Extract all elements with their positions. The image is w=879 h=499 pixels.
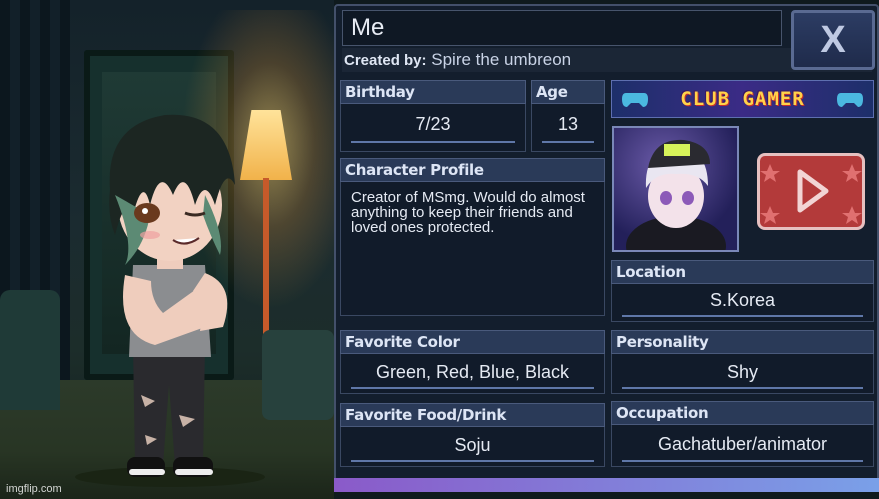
favorite-color-value: Green, Red, Blue, Black: [375, 362, 570, 382]
favorite-food-input[interactable]: Soju: [340, 427, 605, 467]
character-profile-textarea[interactable]: Creator of MSmg. Would do almost anythin…: [340, 182, 605, 316]
background-scene: imgflip.com: [0, 0, 334, 499]
created-by-value: Spire the umbreon: [431, 50, 572, 69]
birthday-value: 7/23: [415, 114, 451, 134]
birthday-label: Birthday: [340, 80, 526, 104]
location-input[interactable]: S.Korea: [611, 284, 874, 322]
personality-label: Personality: [611, 330, 874, 354]
club-gamer-banner: CLUB GAMER: [611, 80, 874, 118]
panel-footer-bar: [334, 478, 879, 492]
location-field: Location S.Korea: [611, 260, 874, 322]
watermark: imgflip.com: [6, 483, 62, 495]
age-label: Age: [531, 80, 605, 104]
avatar-portrait: [626, 139, 726, 250]
occupation-label: Occupation: [611, 401, 874, 425]
sofa: [0, 290, 60, 410]
occupation-input[interactable]: Gachatuber/animator: [611, 425, 874, 467]
underline: [351, 460, 594, 462]
gamepad-icon: [837, 93, 863, 107]
personality-field: Personality Shy: [611, 330, 874, 394]
character-name-field[interactable]: Me: [342, 10, 782, 46]
avatar[interactable]: [612, 126, 739, 252]
created-by-label: Created by:: [344, 52, 427, 69]
favorite-color-label: Favorite Color: [340, 330, 605, 354]
play-button[interactable]: [757, 153, 865, 230]
location-label: Location: [611, 260, 874, 284]
age-field: Age 13: [531, 80, 605, 152]
favorite-color-input[interactable]: Green, Red, Blue, Black: [340, 354, 605, 394]
age-input[interactable]: 13: [531, 104, 605, 152]
location-value: S.Korea: [709, 290, 776, 310]
underline: [351, 387, 594, 389]
close-icon: X: [820, 19, 846, 61]
underline: [542, 141, 594, 143]
personality-value: Shy: [726, 362, 759, 382]
personality-input[interactable]: Shy: [611, 354, 874, 394]
birthday-input[interactable]: 7/23: [340, 104, 526, 152]
favorite-food-value: Soju: [454, 435, 491, 455]
underline: [351, 141, 515, 143]
underline: [622, 460, 863, 462]
occupation-value: Gachatuber/animator: [657, 434, 828, 454]
birthday-field: Birthday 7/23: [340, 80, 526, 152]
banner-text: CLUB GAMER: [680, 88, 805, 110]
occupation-field: Occupation Gachatuber/animator: [611, 401, 874, 467]
close-button[interactable]: X: [791, 10, 875, 70]
underline: [622, 387, 863, 389]
character-profile-label: Character Profile: [340, 158, 605, 182]
age-value: 13: [557, 114, 579, 134]
favorite-food-label: Favorite Food/Drink: [340, 403, 605, 427]
character-profile-field: Character Profile Creator of MSmg. Would…: [340, 158, 605, 316]
character-figure: [75, 114, 265, 487]
favorite-color-field: Favorite Color Green, Red, Blue, Black: [340, 330, 605, 394]
play-icon: [760, 164, 862, 224]
favorite-food-field: Favorite Food/Drink Soju: [340, 403, 605, 467]
underline: [622, 315, 863, 317]
